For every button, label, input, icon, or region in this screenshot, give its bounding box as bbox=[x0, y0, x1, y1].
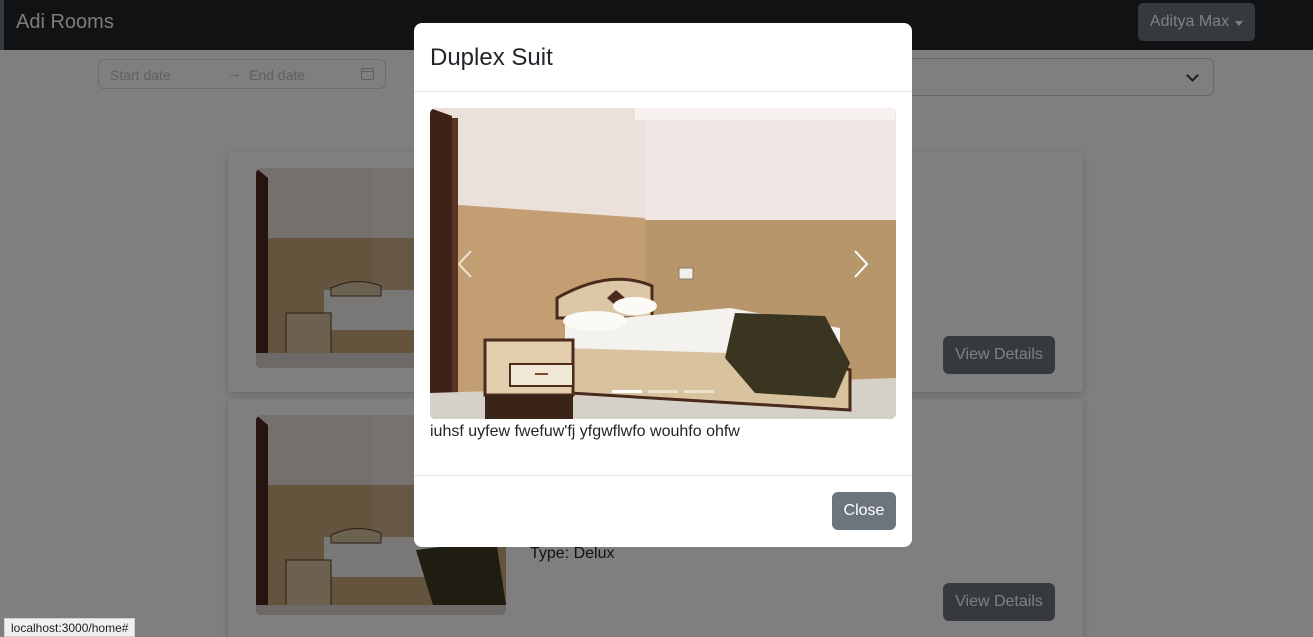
carousel-indicators bbox=[612, 390, 714, 393]
modal-footer: Close bbox=[414, 475, 912, 547]
carousel-indicator[interactable] bbox=[684, 390, 714, 393]
room-image-carousel bbox=[430, 108, 896, 419]
room-details-modal: Duplex Suit iuhsf uyfew fwefuw'fj yfgwfl… bbox=[414, 23, 912, 547]
modal-header: Duplex Suit bbox=[414, 23, 912, 92]
chevron-right-icon bbox=[854, 249, 869, 278]
status-bar-url: localhost:3000/home# bbox=[4, 618, 136, 637]
chevron-left-icon bbox=[457, 249, 472, 278]
carousel-indicator[interactable] bbox=[648, 390, 678, 393]
room-description: iuhsf uyfew fwefuw'fj yfgwflwfo wouhfo o… bbox=[430, 423, 740, 440]
close-button[interactable]: Close bbox=[832, 492, 896, 530]
carousel-indicator[interactable] bbox=[612, 390, 642, 393]
carousel-next-button[interactable] bbox=[826, 108, 896, 419]
modal-title: Duplex Suit bbox=[430, 44, 553, 71]
carousel-prev-button[interactable] bbox=[430, 108, 500, 419]
